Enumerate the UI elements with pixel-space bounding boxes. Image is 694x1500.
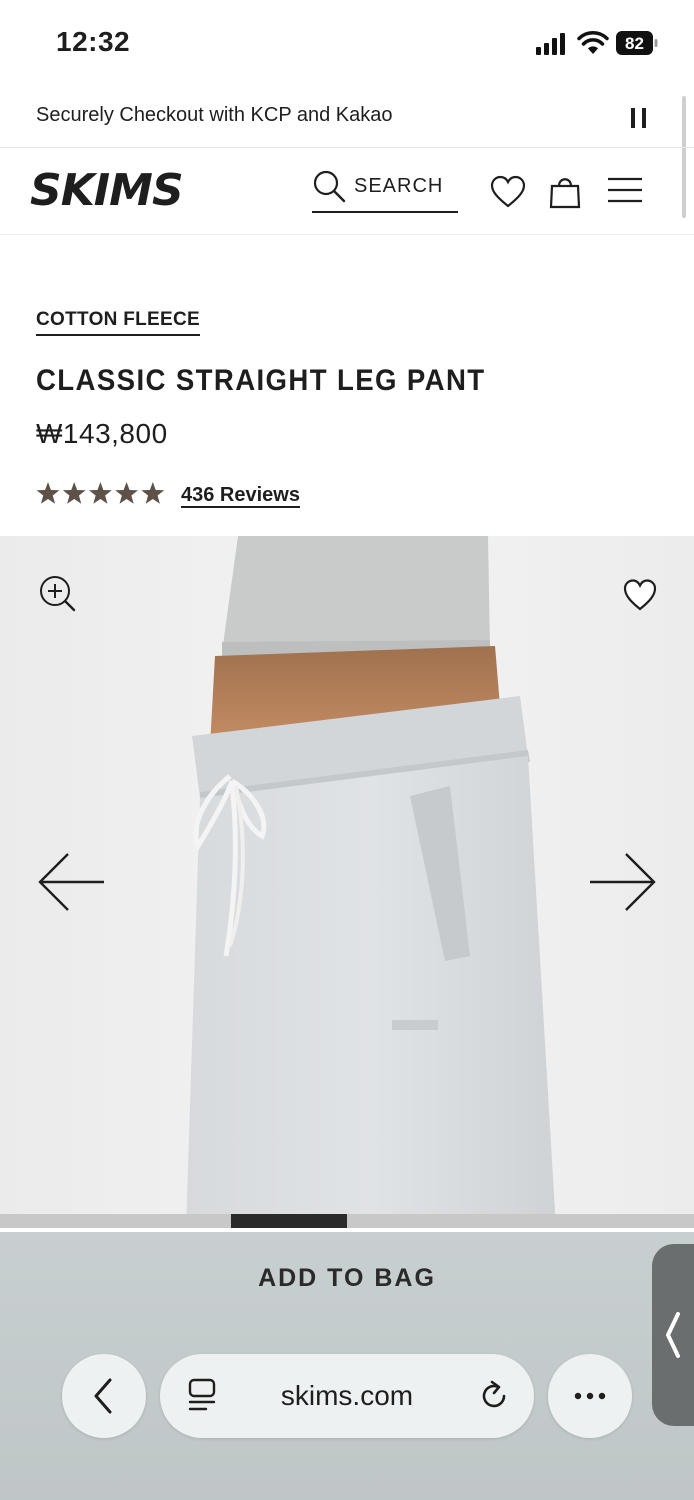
star-icon bbox=[62, 482, 86, 504]
chevron-left-icon bbox=[94, 1378, 112, 1414]
more-options-button[interactable] bbox=[548, 1354, 632, 1438]
arrow-right-icon[interactable] bbox=[586, 852, 658, 912]
address-bar[interactable]: skims.com bbox=[160, 1354, 534, 1438]
search-button[interactable]: SEARCH bbox=[312, 167, 458, 213]
logo-text: SKIMS bbox=[30, 165, 183, 213]
reviews-link[interactable]: 436 Reviews bbox=[181, 484, 300, 508]
product-price: ₩143,800 bbox=[36, 418, 168, 449]
star-icon bbox=[88, 482, 112, 504]
battery-icon: 82 bbox=[616, 31, 658, 55]
reload-icon[interactable] bbox=[476, 1378, 512, 1414]
shopping-bag-icon[interactable] bbox=[548, 173, 582, 209]
wifi-icon bbox=[577, 31, 609, 54]
star-icon bbox=[141, 482, 165, 504]
rating-stars bbox=[36, 482, 165, 504]
status-time: 12:32 bbox=[56, 26, 131, 57]
add-to-bag-button[interactable]: ADD TO BAG bbox=[0, 1264, 694, 1293]
heart-icon[interactable] bbox=[490, 175, 526, 209]
battery-level: 82 bbox=[625, 34, 644, 53]
product-title: CLASSIC STRAIGHT LEG PANT bbox=[36, 364, 486, 397]
arrow-left-icon[interactable] bbox=[36, 852, 108, 912]
heart-icon[interactable] bbox=[622, 578, 658, 612]
search-icon bbox=[313, 170, 346, 203]
side-panel-handle[interactable] bbox=[652, 1244, 694, 1426]
site-header: SKIMS SEARCH bbox=[0, 149, 694, 235]
more-icon bbox=[574, 1392, 606, 1400]
hamburger-menu-icon[interactable] bbox=[606, 175, 644, 205]
gallery-progress-bar bbox=[0, 1214, 694, 1228]
product-image-gallery[interactable] bbox=[0, 536, 694, 1228]
bottom-bar: ADD TO BAG skims.com bbox=[0, 1232, 694, 1500]
announcement-text: Securely Checkout with KCP and Kakao bbox=[36, 104, 393, 126]
star-icon bbox=[36, 482, 60, 504]
pause-icon[interactable] bbox=[628, 106, 650, 130]
announcement-bar: Securely Checkout with KCP and Kakao bbox=[0, 88, 694, 148]
star-icon bbox=[115, 482, 139, 504]
zoom-in-icon[interactable] bbox=[38, 574, 76, 612]
status-bar: 12:32 82 bbox=[0, 0, 694, 88]
browser-back-button[interactable] bbox=[62, 1354, 146, 1438]
search-label: SEARCH bbox=[354, 175, 444, 197]
skims-logo[interactable]: SKIMS bbox=[28, 165, 204, 213]
chevron-left-handle-icon bbox=[666, 1312, 680, 1358]
collection-link[interactable]: COTTON FLEECE bbox=[36, 309, 200, 336]
gallery-progress-fill bbox=[231, 1214, 347, 1228]
signal-icon bbox=[536, 33, 565, 55]
